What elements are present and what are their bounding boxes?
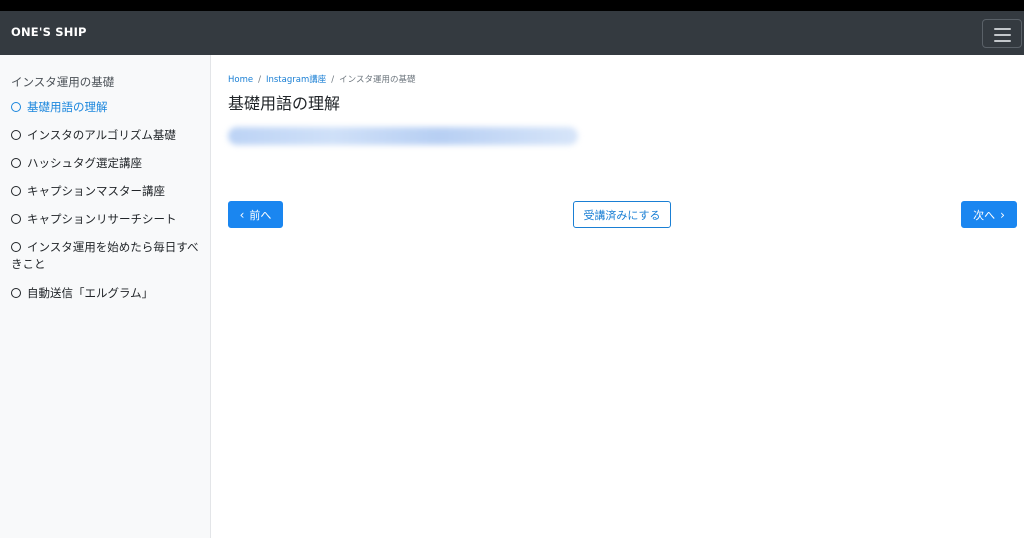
breadcrumb-separator: / — [258, 75, 261, 85]
sidebar-item-label: ハッシュタグ選定講座 — [27, 156, 142, 170]
circle-icon — [11, 214, 21, 224]
sidebar-item-label: 基礎用語の理解 — [27, 100, 108, 114]
chevron-right-icon: › — [1000, 207, 1005, 222]
sidebar: インスタ運用の基礎 基礎用語の理解 インスタのアルゴリズム基礎 ハッシュタグ選定… — [0, 55, 211, 538]
sidebar-item-label: インスタ運用を始めたら毎日すべきこと — [11, 240, 199, 271]
breadcrumb-course-link[interactable]: Instagram講座 — [266, 75, 326, 85]
sidebar-item-label: キャプションマスター講座 — [27, 184, 165, 198]
sidebar-section-title: インスタ運用の基礎 — [11, 75, 115, 89]
circle-icon — [11, 186, 21, 196]
sidebar-item-basic-terms[interactable]: 基礎用語の理解 — [11, 99, 203, 116]
sidebar-item-label: キャプションリサーチシート — [27, 212, 177, 226]
sidebar-item-label: インスタのアルゴリズム基礎 — [27, 128, 176, 142]
breadcrumb-current: インスタ運用の基礎 — [339, 75, 416, 85]
breadcrumb-home-link[interactable]: Home — [228, 75, 253, 85]
circle-icon — [11, 288, 21, 298]
circle-icon — [11, 242, 21, 252]
sidebar-item-auto-send[interactable]: 自動送信「エルグラム」 — [11, 285, 203, 302]
sidebar-item-daily-tasks[interactable]: インスタ運用を始めたら毎日すべきこと — [11, 239, 203, 273]
circle-icon — [11, 102, 21, 112]
window-top-strip — [0, 0, 1024, 11]
breadcrumb-separator: / — [331, 75, 335, 85]
prev-button[interactable]: ‹ 前へ — [228, 201, 283, 228]
circle-icon — [11, 130, 21, 140]
chevron-left-icon: ‹ — [239, 207, 245, 222]
sidebar-item-label: 自動送信「エルグラム」 — [27, 286, 154, 300]
next-button[interactable]: 次へ › — [961, 201, 1017, 228]
sidebar-item-caption-research[interactable]: キャプションリサーチシート — [11, 211, 203, 228]
next-button-label: 次へ — [973, 208, 996, 222]
page-title: 基礎用語の理解 — [228, 94, 341, 113]
top-navbar: ONE'S SHIP — [0, 11, 1024, 55]
prev-button-label: 前へ — [249, 208, 272, 222]
blurred-content — [228, 127, 578, 145]
breadcrumb: Home / Instagram講座 / インスタ運用の基礎 — [228, 73, 415, 85]
sidebar-item-hashtag[interactable]: ハッシュタグ選定講座 — [11, 155, 203, 172]
hamburger-menu-button[interactable] — [982, 19, 1022, 48]
mark-complete-button[interactable]: 受講済みにする — [573, 201, 671, 228]
brand-logo[interactable]: ONE'S SHIP — [11, 25, 87, 39]
hamburger-icon — [994, 28, 1011, 30]
sidebar-item-algorithm[interactable]: インスタのアルゴリズム基礎 — [11, 127, 203, 144]
sidebar-item-caption-master[interactable]: キャプションマスター講座 — [11, 183, 203, 200]
circle-icon — [11, 158, 21, 168]
